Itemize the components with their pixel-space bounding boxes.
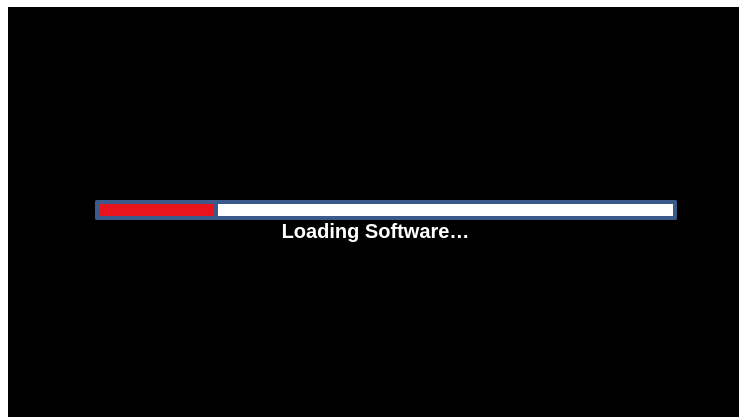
loading-screen [8,7,739,417]
loading-message: Loading Software… [281,221,470,243]
progress-bar [95,200,677,220]
progress-track [99,204,673,216]
progress-fill [99,204,214,216]
progress-divider [213,204,218,216]
